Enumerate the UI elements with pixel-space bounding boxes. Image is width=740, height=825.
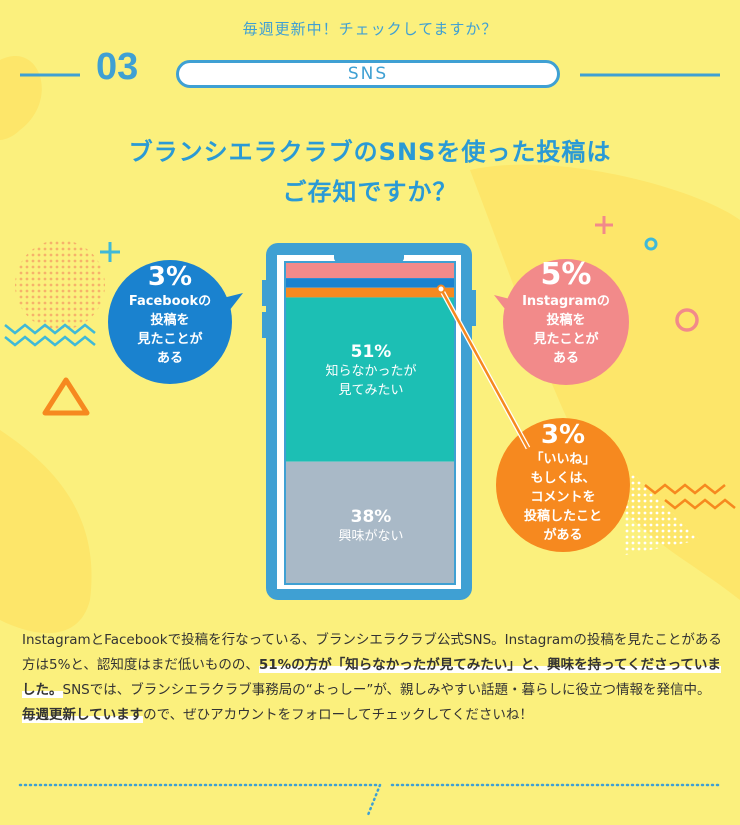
instagram-pct: 5% — [540, 257, 592, 292]
instagram-line-4: ある — [552, 351, 579, 366]
triangle-icon — [42, 377, 90, 416]
question-line-2: ご存知ですか？ — [282, 178, 458, 206]
body-text: InstagramとFacebookで投稿を行なっている、ブランシエラクラブ公式… — [22, 628, 722, 728]
section-number: 03 — [96, 46, 139, 88]
facebook-line-1: Facebookの — [128, 294, 212, 309]
facebook-line-3: 見たことが — [137, 332, 203, 347]
phone-notch — [334, 250, 404, 262]
instagram-line-2: 投稿を — [546, 313, 586, 328]
posted-result: 3% 「いいね」 もしくは、 コメントを 投稿したこと がある — [498, 420, 628, 545]
plus-icon-left — [100, 242, 120, 262]
facebook-result: 3% Facebookの 投稿を 見たことが ある — [110, 262, 230, 368]
instagram-line-1: Instagramの — [522, 294, 610, 309]
section-label: SNS — [176, 60, 560, 88]
want-to-see-line-1: 知らなかったが — [325, 364, 417, 379]
posted-pct: 3% — [540, 420, 586, 450]
not-interested-label: 38% 興味がない — [285, 507, 457, 546]
want-to-see-label: 51% 知らなかったが 見てみたい — [285, 342, 457, 400]
not-interested-line-1: 興味がない — [338, 529, 404, 544]
segment-instagram — [285, 262, 455, 279]
body-part-3: ので、ぜひアカウントをフォローしてチェックしてくださいね！ — [143, 707, 533, 723]
blob-left — [0, 430, 92, 634]
posted-line-3: コメントを — [530, 490, 596, 505]
zigzag-left-2 — [4, 335, 96, 347]
segment-posted — [285, 287, 455, 298]
page: 毎週更新中！チェックしてますか？ 03 SNS ブランシエラクラブのSNSを使っ… — [0, 0, 740, 825]
want-to-see-pct: 51% — [350, 342, 392, 362]
kicker-text: 毎週更新中！チェックしてますか？ — [242, 20, 498, 38]
facebook-pct: 3% — [147, 262, 193, 292]
posted-line-5: がある — [543, 528, 583, 543]
posted-line-4: 投稿したこと — [523, 509, 602, 524]
facebook-line-2: 投稿を — [150, 313, 190, 328]
instagram-line-3: 見たことが — [533, 332, 599, 347]
body-part-2: SNSでは、ブランシエラクラブ事務局の“よっしー”が、親しみやすい話題・暮らしに… — [62, 682, 711, 698]
segment-facebook — [285, 278, 455, 288]
dot-circle-left — [15, 240, 105, 330]
posted-line-2: もしくは、 — [530, 471, 596, 486]
question-line-1: ブランシエラクラブのSNSを使った投稿は — [128, 138, 612, 166]
instagram-result: 5% Instagramの 投稿を 見たことが ある — [503, 258, 629, 368]
want-to-see-line-2: 見てみたい — [338, 383, 404, 398]
body-bold-2: 毎週更新しています — [22, 707, 144, 723]
not-interested-pct: 38% — [350, 507, 392, 527]
facebook-line-4: ある — [156, 351, 183, 366]
posted-line-1: 「いいね」 — [530, 452, 596, 467]
